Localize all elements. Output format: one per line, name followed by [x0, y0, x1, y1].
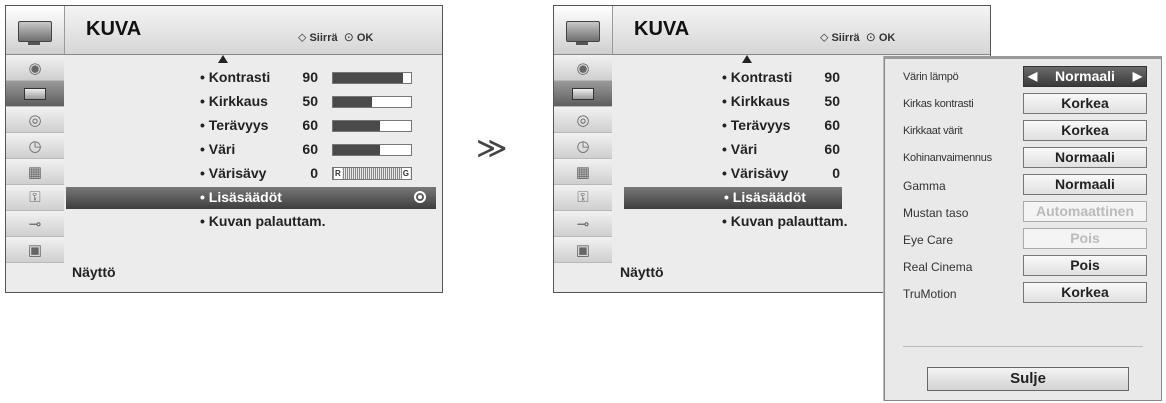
padlock-icon[interactable]: ⚿ — [554, 185, 612, 211]
advanced-settings-popup: Värin lämpö ◀ Normaali ▶ Kirkas kontrasti K… — [884, 56, 1162, 401]
menu-item-kirkkaus[interactable]: • Kirkkaus 50 — [64, 91, 436, 113]
popup-row-kirkkaat-varit[interactable]: Kirkkaat värit Korkea — [903, 119, 1151, 143]
menu-item-teravyys[interactable]: • Terävyys 60 — [64, 115, 436, 137]
menu-item-vari[interactable]: • Väri 60 — [64, 139, 436, 161]
input-plug-icon[interactable]: ⊸ — [6, 211, 64, 237]
footer-label: Näyttö — [620, 264, 664, 280]
tv-icon — [6, 6, 65, 54]
footer-label: Näyttö — [72, 264, 116, 280]
audio-speaker-icon[interactable]: ◎ — [6, 107, 64, 133]
clock-icon[interactable]: ◷ — [6, 133, 64, 159]
menu-item-lisasaadot[interactable]: • Lisäsäädöt — [66, 187, 436, 209]
value-selector[interactable]: ◀ Normaali ▶ — [1023, 66, 1147, 87]
picture-tv-icon[interactable] — [6, 81, 64, 107]
step-arrow-icon: ≫ — [476, 132, 508, 165]
screen-photo-icon[interactable]: ▣ — [6, 237, 64, 263]
popup-row-varin-lampo[interactable]: Värin lämpö ◀ Normaali ▶ — [903, 65, 1151, 89]
picture-tv-icon[interactable] — [554, 81, 612, 107]
ok-circle-icon: ⊙ — [343, 30, 354, 44]
four-way-arrow-icon: ⬦ — [820, 30, 829, 44]
menu-item-lisasaadot[interactable]: • Lisäsäädöt — [624, 187, 842, 209]
menu-item-kontrasti[interactable]: • Kontrasti 90 — [64, 67, 436, 89]
screen-photo-icon[interactable]: ▣ — [554, 237, 612, 263]
padlock-icon[interactable]: ⚿ — [6, 185, 64, 211]
popup-row-eye-care[interactable]: Eye Care Pois — [903, 227, 1151, 251]
menu-item-varisavy[interactable]: • Värisävy 0 R G — [64, 163, 436, 185]
popup-row-kohinanvaimennus[interactable]: Kohinanvaimennus Normaali — [903, 146, 1151, 170]
antenna-icon[interactable]: ◉ — [554, 55, 612, 81]
ok-circle-icon: ⊙ — [865, 30, 876, 44]
clock-icon[interactable]: ◷ — [554, 133, 612, 159]
menu-item-kuvan-palauttam[interactable]: • Kuvan palauttam. — [64, 211, 436, 233]
four-way-arrow-icon: ⬦ — [298, 30, 307, 44]
nav-hint: ⬦ Siirrä ⊙ OK — [298, 30, 374, 44]
level-bar — [332, 120, 412, 132]
tv-icon — [554, 6, 613, 54]
popup-row-real-cinema[interactable]: Real Cinema Pois — [903, 254, 1151, 278]
lock-option-icon[interactable]: ▦ — [554, 159, 612, 185]
arrow-right-icon[interactable]: ▶ — [1133, 67, 1142, 86]
close-button[interactable]: Sulje — [927, 367, 1129, 391]
menu-header: KUVA ⬦ Siirrä ⊙ OK — [6, 6, 442, 55]
popup-row-kirkas-kontrasti[interactable]: Kirkas kontrasti Korkea — [903, 92, 1151, 116]
level-bar — [332, 144, 412, 156]
sidebar: ◉ ◎ ◷ ▦ ⚿ ⊸ ▣ — [554, 55, 612, 263]
divider — [903, 346, 1143, 347]
audio-speaker-icon[interactable]: ◎ — [554, 107, 612, 133]
tint-slider: R G — [332, 167, 412, 180]
menu-header: KUVA ⬦ Siirrä ⊙ OK — [554, 6, 990, 55]
arrow-left-icon[interactable]: ◀ — [1028, 67, 1037, 86]
level-bar — [332, 96, 412, 108]
ok-select-icon — [414, 191, 426, 203]
menu-title: KUVA — [634, 18, 690, 40]
scroll-up-icon — [218, 55, 228, 63]
popup-row-mustan-taso[interactable]: Mustan taso Automaattinen — [903, 200, 1151, 224]
input-plug-icon[interactable]: ⊸ — [554, 211, 612, 237]
popup-row-trumotion[interactable]: TruMotion Korkea — [903, 281, 1151, 305]
scroll-up-icon — [742, 55, 752, 63]
sidebar: ◉ ◎ ◷ ▦ ⚿ ⊸ ▣ — [6, 55, 64, 263]
popup-row-gamma[interactable]: Gamma Normaali — [903, 173, 1151, 197]
lock-option-icon[interactable]: ▦ — [6, 159, 64, 185]
antenna-icon[interactable]: ◉ — [6, 55, 64, 81]
picture-menu-before: KUVA ⬦ Siirrä ⊙ OK ◉ ◎ ◷ ▦ ⚿ ⊸ ▣ • Kontr… — [5, 5, 443, 293]
nav-hint: ⬦ Siirrä ⊙ OK — [820, 30, 896, 44]
menu-title: KUVA — [86, 18, 142, 40]
level-bar — [332, 72, 412, 84]
